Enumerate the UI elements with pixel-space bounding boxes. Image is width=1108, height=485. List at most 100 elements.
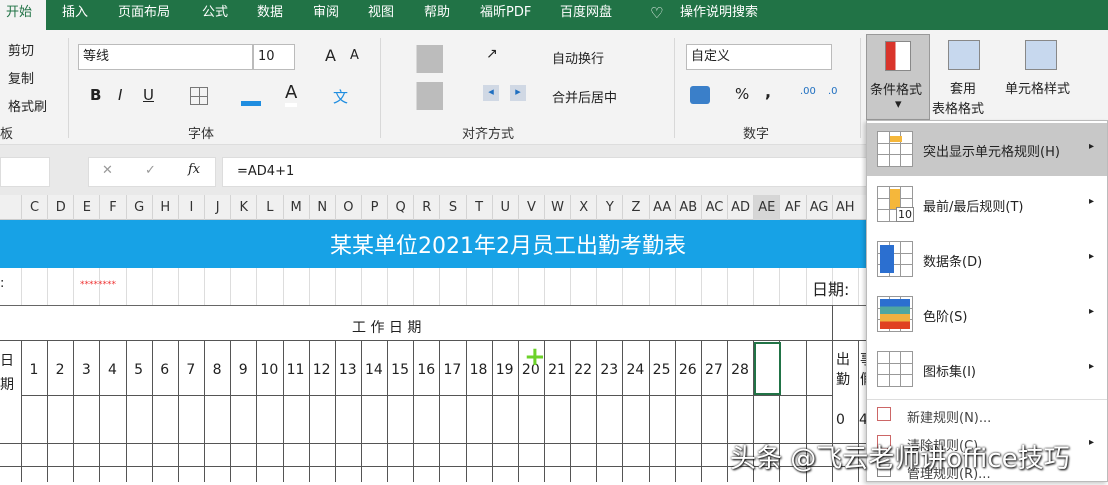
selected-cell[interactable]	[754, 342, 781, 395]
day-number: 12	[312, 362, 331, 378]
orientation-icon[interactable]: ↗	[486, 46, 498, 62]
column-header-k[interactable]: K	[230, 195, 256, 220]
column-header-s[interactable]: S	[439, 195, 465, 220]
format-painter-button[interactable]: 格式刷	[8, 96, 47, 115]
cell-styles-button[interactable]: 单元格样式	[1005, 78, 1070, 97]
cancel-button[interactable]: ✕	[102, 163, 113, 178]
column-header-j[interactable]: J	[204, 195, 230, 220]
gridline	[570, 268, 572, 305]
bold-button[interactable]: B	[90, 86, 101, 104]
column-header-p[interactable]: P	[360, 195, 387, 220]
decrease-indent-icon[interactable]: ◂	[483, 85, 499, 101]
column-header-y[interactable]: Y	[596, 195, 622, 220]
gridline	[465, 268, 467, 305]
italic-button[interactable]: I	[118, 86, 122, 104]
column-header-ah[interactable]: AH	[831, 195, 858, 220]
column-header-ab[interactable]: AB	[674, 195, 701, 220]
increase-font-button[interactable]: A	[325, 46, 336, 65]
column-header-l[interactable]: L	[256, 195, 282, 220]
column-header-o[interactable]: O	[334, 195, 361, 220]
column-header-h[interactable]: H	[151, 195, 178, 220]
menu-item-new-rule[interactable]: 新建规则(N)...	[867, 401, 1107, 429]
column-header-aa[interactable]: AA	[648, 195, 675, 220]
top-bottom-icon: 10	[877, 186, 914, 222]
gridline	[387, 268, 389, 305]
phonetic-button[interactable]: 文	[333, 86, 348, 107]
column-header-ag[interactable]: AG	[805, 195, 832, 220]
name-box[interactable]	[0, 157, 50, 187]
menu-item-highlight-cells-rules[interactable]: 突出显示单元格规则(H) ▸	[867, 123, 1107, 176]
tab-page-layout[interactable]: 页面布局	[118, 0, 170, 30]
tab-data[interactable]: 数据	[257, 0, 283, 30]
column-header-ad[interactable]: AD	[727, 195, 753, 220]
font-color-button[interactable]: A	[285, 82, 298, 107]
column-header-q[interactable]: Q	[387, 195, 413, 220]
font-size-select[interactable]: 10	[253, 44, 295, 70]
increase-decimal-icon[interactable]: .00	[800, 86, 816, 97]
tab-review[interactable]: 审阅	[313, 0, 339, 30]
day-number: 28	[731, 362, 749, 378]
column-header-g[interactable]: G	[125, 195, 152, 220]
vertical-align-icons[interactable]	[390, 45, 470, 73]
column-header-w[interactable]: W	[544, 195, 570, 220]
day-number: 13	[338, 362, 357, 378]
column-header-c[interactable]: C	[21, 195, 47, 220]
font-name-select[interactable]: 等线	[78, 44, 253, 70]
tab-view[interactable]: 视图	[368, 0, 394, 30]
decrease-font-button[interactable]: A	[350, 48, 359, 63]
column-header-i[interactable]: I	[177, 195, 204, 220]
gridline	[204, 268, 206, 305]
conditional-formatting-icon	[885, 41, 911, 71]
column-header-z[interactable]: Z	[622, 195, 648, 220]
column-header-e[interactable]: E	[73, 195, 99, 220]
format-as-table-icon	[948, 40, 980, 70]
tab-home[interactable]: 开始	[0, 0, 46, 30]
cut-button[interactable]: 剪切	[8, 40, 34, 59]
cell-styles-icon	[1025, 40, 1057, 70]
fill-color-icon[interactable]	[241, 86, 261, 106]
column-header-af[interactable]: AF	[779, 195, 805, 220]
column-header-t[interactable]: T	[465, 195, 492, 220]
menu-item-top-bottom-rules[interactable]: 10 最前/最后规则(T) ▸	[867, 178, 1107, 231]
column-header-x[interactable]: X	[570, 195, 596, 220]
enter-button[interactable]: ✓	[145, 163, 156, 178]
column-header-ac[interactable]: AC	[700, 195, 727, 220]
column-header-f[interactable]: F	[99, 195, 125, 220]
comma-button[interactable]: ,	[765, 82, 771, 101]
decrease-decimal-icon[interactable]: .0	[828, 86, 838, 97]
tab-insert[interactable]: 插入	[62, 0, 88, 30]
wrap-text-button[interactable]: 自动换行	[552, 48, 604, 67]
number-format-select[interactable]: 自定义	[686, 44, 832, 70]
column-header-d[interactable]: D	[47, 195, 73, 220]
column-header-r[interactable]: R	[413, 195, 439, 220]
tab-help[interactable]: 帮助	[424, 0, 450, 30]
tell-me-search[interactable]: 操作说明搜索	[680, 0, 758, 30]
merge-center-button[interactable]: 合并后居中	[552, 87, 617, 106]
increase-indent-icon[interactable]: ▸	[510, 85, 526, 101]
column-header-n[interactable]: N	[308, 195, 335, 220]
tab-foxit-pdf[interactable]: 福昕PDF	[480, 0, 531, 30]
borders-icon[interactable]	[190, 87, 208, 105]
clipboard-group-label: 板	[0, 127, 14, 142]
insert-function-button[interactable]: fx	[188, 162, 200, 177]
column-header-v[interactable]: V	[517, 195, 544, 220]
tab-baidu-netdisk[interactable]: 百度网盘	[560, 0, 612, 30]
percent-button[interactable]: %	[735, 85, 749, 103]
gridline	[47, 268, 49, 305]
day-number: 2	[55, 362, 65, 378]
horizontal-align-icons[interactable]	[390, 82, 470, 110]
column-header-ae[interactable]: AE	[753, 195, 780, 220]
gridline	[648, 268, 650, 305]
underline-button[interactable]: U	[143, 86, 154, 104]
conditional-formatting-button[interactable]: 条件格式 ▾	[866, 34, 930, 120]
format-as-table-button[interactable]: 套用	[950, 78, 976, 97]
icon-sets-icon	[877, 351, 913, 387]
copy-button[interactable]: 复制	[8, 68, 34, 87]
column-header-u[interactable]: U	[491, 195, 518, 220]
menu-item-data-bars[interactable]: 数据条(D) ▸	[867, 233, 1107, 286]
column-header-m[interactable]: M	[282, 195, 309, 220]
tab-formulas[interactable]: 公式	[202, 0, 228, 30]
menu-item-color-scales[interactable]: 色阶(S) ▸	[867, 288, 1107, 341]
currency-icon[interactable]	[690, 86, 710, 104]
menu-item-icon-sets[interactable]: 图标集(I) ▸	[867, 343, 1107, 396]
